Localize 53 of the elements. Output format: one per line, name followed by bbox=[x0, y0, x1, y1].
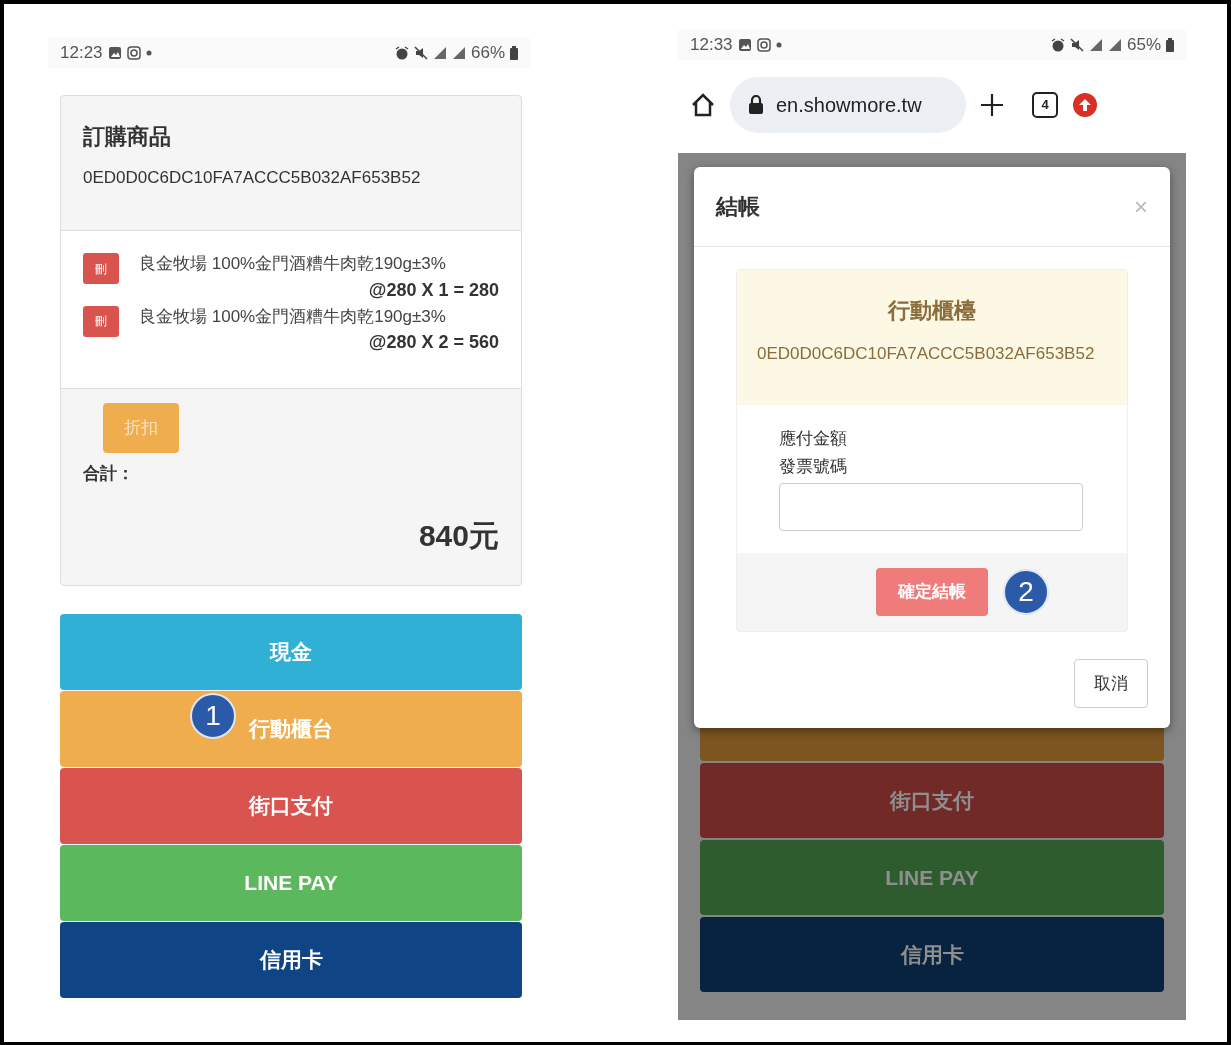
payment-button[interactable]: 信用卡 bbox=[60, 922, 522, 998]
line-subtotal: @280 X 1 = 280 bbox=[367, 278, 499, 302]
battery-icon bbox=[1166, 38, 1174, 52]
url-text: en.showmore.tw bbox=[776, 93, 922, 118]
invoice-number-field[interactable] bbox=[779, 483, 1083, 531]
signal-icon bbox=[432, 46, 447, 60]
amount-label: 應付金額 bbox=[779, 428, 848, 450]
dialog-title: 結帳 bbox=[716, 193, 761, 221]
plus-icon bbox=[980, 93, 1004, 117]
home-icon bbox=[690, 92, 716, 118]
total-label: 合計： bbox=[83, 463, 135, 485]
payment-button[interactable]: LINE PAY bbox=[700, 840, 1164, 915]
payment-button[interactable]: 信用卡 bbox=[700, 917, 1164, 992]
upload-icon bbox=[1072, 92, 1098, 118]
battery-percent: 66% bbox=[470, 42, 505, 65]
lock-icon bbox=[748, 95, 764, 115]
mute-icon bbox=[413, 46, 428, 60]
battery-percent: 65% bbox=[1126, 34, 1161, 57]
delete-button[interactable]: 刪 bbox=[83, 253, 119, 284]
alarm-clock-icon bbox=[394, 46, 409, 60]
signal-icon bbox=[1107, 38, 1122, 52]
panel-title: 行動櫃檯 bbox=[886, 297, 977, 325]
product-name: 良金牧場 100%金門酒糟牛肉乾190g±3% bbox=[139, 253, 447, 275]
clock-time: 12:33 bbox=[690, 34, 733, 57]
alarm-clock-icon bbox=[1050, 38, 1065, 52]
order-id: 0ED0D0C6DC10FA7ACCC5B032AF653B52 bbox=[83, 167, 422, 189]
address-bar[interactable]: en.showmore.tw bbox=[730, 77, 966, 133]
battery-icon bbox=[510, 46, 518, 60]
dot-icon bbox=[145, 50, 152, 56]
line-subtotal: @280 X 2 = 560 bbox=[367, 331, 499, 354]
picture-icon bbox=[107, 46, 122, 60]
signal-icon bbox=[451, 46, 466, 60]
payment-button[interactable]: 街口支付 bbox=[60, 768, 522, 844]
step-number-badge: 2 bbox=[1003, 569, 1049, 615]
payment-button[interactable]: 街口支付 bbox=[700, 763, 1164, 838]
cancel-button[interactable]: 取消 bbox=[1074, 659, 1148, 708]
product-name: 良金牧場 100%金門酒糟牛肉乾190g±3% bbox=[139, 305, 447, 328]
confirm-checkout-button[interactable]: 確定結帳 bbox=[876, 568, 988, 616]
invoice-label: 發票號碼 bbox=[779, 456, 848, 478]
card-title: 訂購商品 bbox=[83, 123, 172, 151]
clock-time: 12:23 bbox=[60, 42, 103, 65]
camera-icon bbox=[126, 46, 141, 60]
payment-button[interactable]: LINE PAY bbox=[60, 845, 522, 921]
order-id: 0ED0D0C6DC10FA7ACCC5B032AF653B52 bbox=[757, 343, 1096, 365]
tab-count-button[interactable]: 4 bbox=[1032, 92, 1058, 118]
total-amount: 840元 bbox=[417, 517, 499, 554]
signal-icon bbox=[1088, 38, 1103, 52]
delete-button[interactable]: 刪 bbox=[83, 305, 119, 337]
camera-icon bbox=[756, 38, 771, 52]
picture-icon bbox=[737, 38, 752, 52]
dot-icon bbox=[775, 42, 782, 48]
mute-icon bbox=[1069, 38, 1084, 52]
payment-button[interactable]: 現金 bbox=[60, 614, 522, 690]
